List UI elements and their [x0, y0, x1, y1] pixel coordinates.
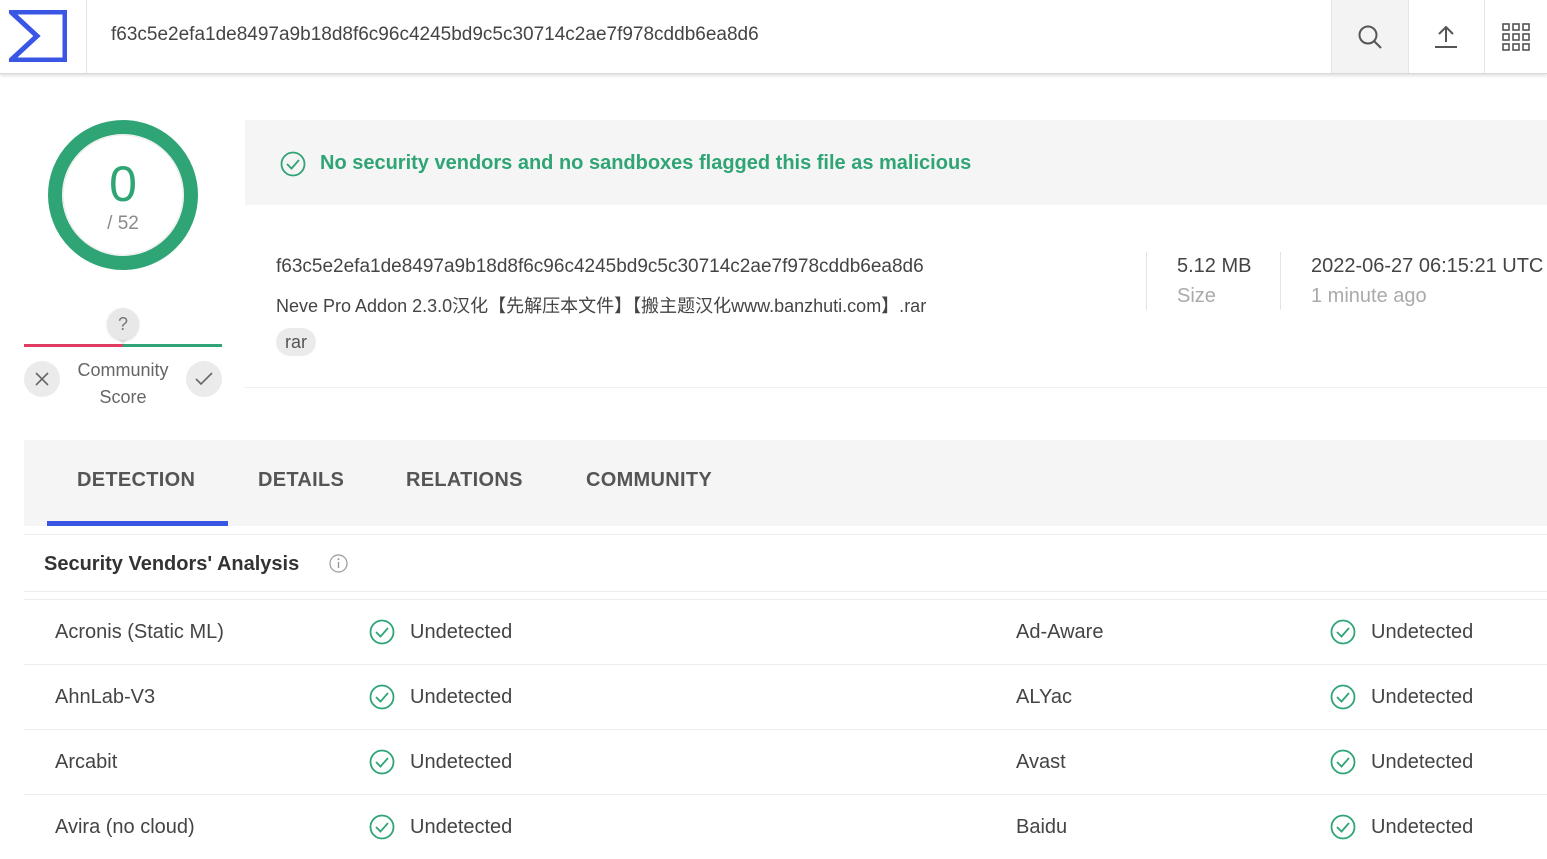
- check-circle-icon: [1330, 749, 1356, 780]
- search-icon: [1358, 25, 1382, 49]
- file-info-panel: f63c5e2efa1de8497a9b18d8f6c96c4245bd9c5c…: [245, 205, 1547, 388]
- tab-bar: DETECTION DETAILS RELATIONS COMMUNITY: [24, 440, 1547, 526]
- apps-grid-icon: [1502, 22, 1530, 51]
- vendor-result: Undetected: [1371, 686, 1474, 708]
- upload-button[interactable]: [1408, 0, 1485, 73]
- tab-community[interactable]: COMMUNITY: [586, 469, 712, 492]
- analysis-date-relative: 1 minute ago: [1311, 285, 1427, 307]
- vendor-result: Undetected: [1371, 751, 1474, 773]
- verdict-banner: No security vendors and no sandboxes fla…: [245, 120, 1547, 205]
- check-circle-icon: [1330, 814, 1356, 845]
- check-circle-icon: [280, 151, 306, 177]
- sigma-logo-icon: [9, 10, 67, 62]
- table-row: Avira (no cloud) Undetected Baidu Undetecte…: [24, 794, 1547, 859]
- vendor-name: Baidu: [1016, 816, 1068, 838]
- apps-button[interactable]: [1485, 0, 1547, 73]
- vendor-result: Undetected: [1371, 621, 1474, 643]
- file-type-tag[interactable]: rar: [276, 328, 316, 356]
- check-circle-icon: [1330, 684, 1356, 715]
- vendor-name: Avast: [1016, 751, 1066, 773]
- vendor-name: Ad-Aware: [1016, 621, 1104, 643]
- table-row: Acronis (Static ML) Undetected Ad-Aware Und…: [24, 599, 1547, 664]
- tab-relations[interactable]: RELATIONS: [406, 469, 523, 492]
- detected-count: 0: [109, 156, 137, 212]
- check-circle-icon: [369, 619, 395, 650]
- vendor-result: Undetected: [410, 751, 513, 773]
- vendor-result: Undetected: [410, 621, 513, 643]
- total-engines: / 52: [107, 213, 139, 234]
- community-score-label: Community Score: [77, 360, 169, 407]
- active-tab-indicator: [47, 521, 228, 526]
- check-circle-icon: [369, 684, 395, 715]
- virustotal-logo[interactable]: [0, 0, 87, 73]
- table-row: Arcabit Undetected Avast Undetected: [24, 729, 1547, 794]
- checkmark-icon: [195, 372, 213, 386]
- vendor-result: Undetected: [410, 686, 513, 708]
- divider: [1280, 252, 1281, 310]
- vote-malicious-button[interactable]: [24, 361, 60, 397]
- detection-score-gauge: 0 / 52: [47, 119, 199, 271]
- file-size-label: Size: [1177, 285, 1216, 307]
- file-name: Neve Pro Addon 2.3.0汉化【先解压本文件】【搬主题汉化www.…: [276, 296, 927, 316]
- community-score-indicator: ?: [107, 308, 139, 340]
- search-button[interactable]: [1331, 0, 1409, 73]
- divider: [1146, 252, 1147, 310]
- tab-details[interactable]: DETAILS: [258, 469, 344, 492]
- community-score-negative-bar: [24, 344, 123, 347]
- file-size-value: 5.12 MB: [1177, 255, 1252, 277]
- top-bar: f63c5e2efa1de8497a9b18d8f6c96c4245bd9c5c…: [0, 0, 1547, 74]
- vote-harmless-button[interactable]: [186, 361, 222, 397]
- vendor-name: Avira (no cloud): [55, 816, 195, 838]
- community-score-positive-bar: [123, 344, 222, 347]
- search-input[interactable]: f63c5e2efa1de8497a9b18d8f6c96c4245bd9c5c…: [111, 24, 759, 46]
- info-icon[interactable]: [329, 554, 348, 573]
- vendor-result: Undetected: [410, 816, 513, 838]
- section-title: Security Vendors' Analysis: [44, 553, 300, 575]
- vendor-name: Arcabit: [55, 751, 118, 773]
- check-circle-icon: [369, 814, 395, 845]
- vendor-name: ALYac: [1016, 686, 1072, 708]
- vendor-name: AhnLab-V3: [55, 686, 156, 708]
- vendor-name: Acronis (Static ML): [55, 621, 224, 643]
- file-hash: f63c5e2efa1de8497a9b18d8f6c96c4245bd9c5c…: [276, 256, 924, 277]
- vendors-section-header: Security Vendors' Analysis: [24, 534, 1547, 592]
- vendor-result: Undetected: [1371, 816, 1474, 838]
- tab-detection[interactable]: DETECTION: [77, 469, 195, 492]
- check-circle-icon: [1330, 619, 1356, 650]
- check-circle-icon: [369, 749, 395, 780]
- analysis-date-value: 2022-06-27 06:15:21 UTC: [1311, 255, 1544, 277]
- upload-icon: [1435, 25, 1457, 48]
- vendor-results-table: Acronis (Static ML) Undetected Ad-Aware Und…: [24, 599, 1547, 859]
- close-icon: [35, 372, 49, 386]
- verdict-text: No security vendors and no sandboxes fla…: [320, 152, 972, 174]
- table-row: AhnLab-V3 Undetected ALYac Undetected: [24, 664, 1547, 729]
